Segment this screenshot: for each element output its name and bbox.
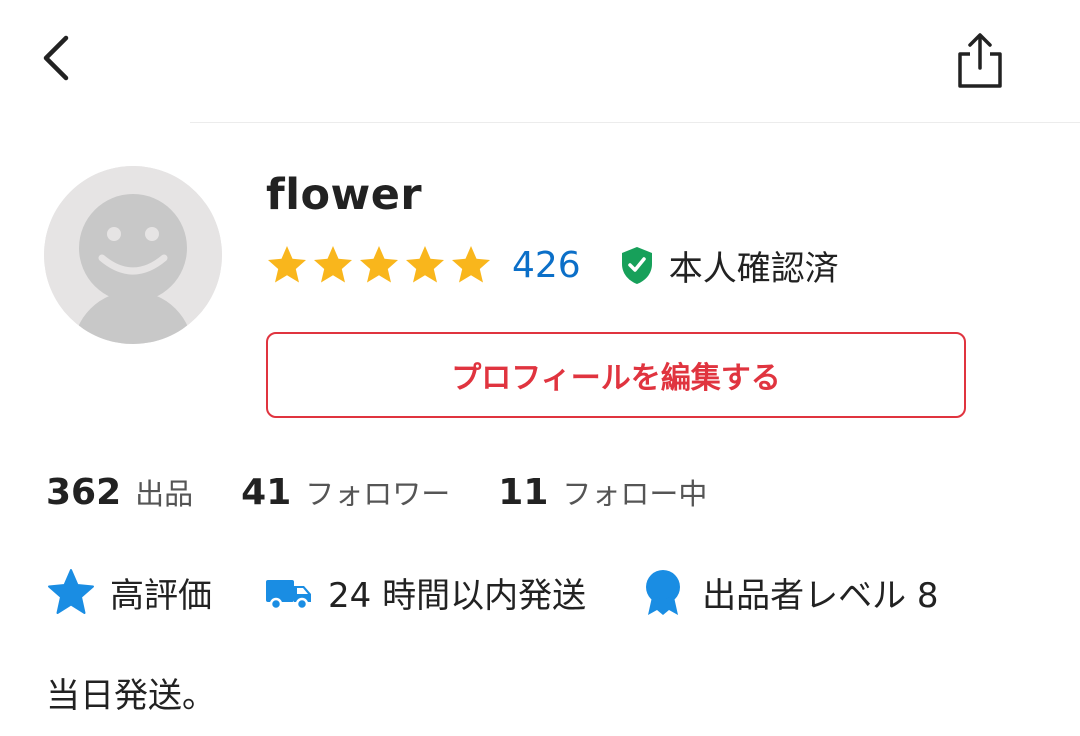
stat-followers[interactable]: 41 フォロワー: [241, 471, 450, 513]
username: flower: [266, 170, 423, 220]
stat-listings[interactable]: 362 出品: [46, 471, 193, 513]
truck-icon: [266, 580, 311, 611]
medal-icon: [646, 570, 681, 615]
star-icon: [452, 246, 490, 283]
stat-label: 出品: [135, 477, 194, 511]
verified-badge: 本人確認済: [619, 241, 839, 290]
badge-fast-shipping: 24 時間以内発送: [264, 567, 586, 617]
rating-count[interactable]: 426: [512, 245, 581, 286]
share-button[interactable]: [950, 30, 1010, 92]
share-icon: [958, 33, 1002, 88]
stat-following[interactable]: 11 フォロー中: [498, 471, 707, 513]
star-icon: [406, 246, 444, 283]
profile-bio: 当日発送。: [46, 676, 216, 716]
back-button[interactable]: [36, 32, 80, 84]
star-icon: [268, 246, 306, 283]
stat-label: フォロー中: [562, 477, 708, 511]
star-icon: [314, 246, 352, 283]
badges-row: 高評価 24 時間以内発送 出品者レベル 8: [46, 566, 939, 618]
badge-label: 高評価: [110, 575, 212, 616]
stat-value: 41: [241, 472, 292, 513]
badge-label: 出品者レベル 8: [702, 575, 939, 616]
stats-row: 362 出品 41 フォロワー 11 フォロー中: [46, 470, 707, 514]
badge-label: 24 時間以内発送: [328, 575, 587, 616]
badge-seller-level: 出品者レベル 8: [638, 567, 939, 617]
default-avatar-icon: [44, 166, 222, 344]
edit-profile-button[interactable]: プロフィールを編集する: [266, 332, 966, 418]
badge-high-rating: 高評価: [46, 567, 212, 617]
shield-check-icon: [621, 247, 652, 284]
star-icon: [360, 246, 398, 283]
stat-value: 362: [46, 472, 122, 513]
avatar[interactable]: [44, 166, 222, 344]
rating-row[interactable]: 426 本人確認済: [266, 238, 839, 292]
stat-value: 11: [498, 472, 549, 513]
chevron-left-icon: [43, 35, 69, 81]
verified-label: 本人確認済: [668, 248, 839, 289]
top-bar: [0, 0, 1080, 122]
star-icon: [48, 569, 94, 614]
rating-stars: [266, 244, 492, 286]
stat-label: フォロワー: [305, 477, 451, 511]
header-divider: [190, 122, 1080, 123]
